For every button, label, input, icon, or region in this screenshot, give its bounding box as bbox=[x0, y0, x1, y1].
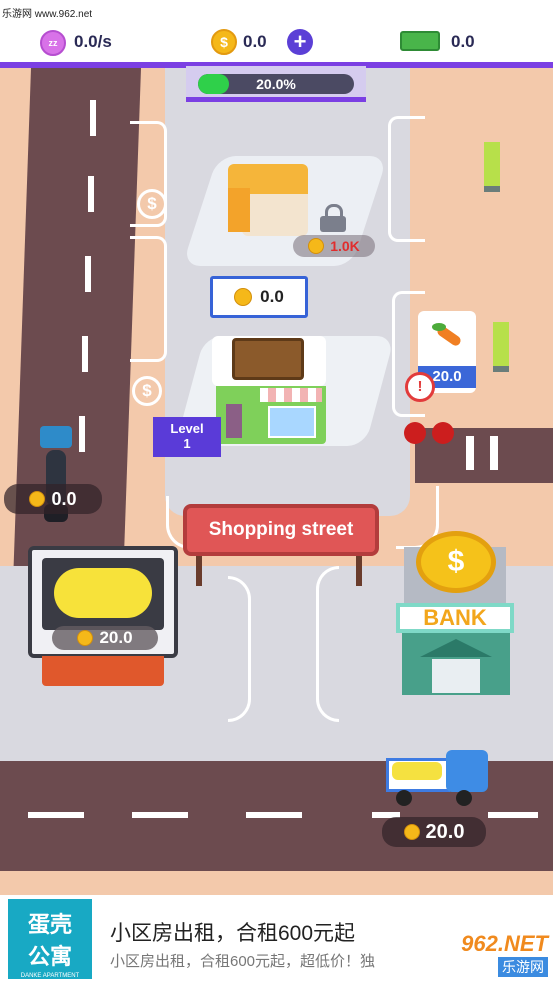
corner-curb bbox=[228, 576, 251, 722]
locked-cost-badge: 1.0K bbox=[293, 235, 375, 257]
truck-value: 20.0 bbox=[425, 820, 465, 843]
level-label: Level bbox=[170, 421, 204, 436]
lane-dash bbox=[132, 812, 188, 818]
ad-subtitle: 小区房出租，合租600元起，超低价！独 bbox=[110, 953, 376, 970]
income-rate: 0.0/s bbox=[74, 32, 112, 51]
shop-counter: 0.0 bbox=[260, 287, 284, 306]
locked-cost: 1.0K bbox=[330, 238, 360, 254]
bike-earnings: 0.0 bbox=[51, 488, 77, 509]
add-coins-button[interactable]: + bbox=[287, 29, 313, 55]
fryer-value-badge: 20.0 bbox=[52, 626, 158, 650]
bank-label: BANK bbox=[423, 605, 487, 630]
parking-outline bbox=[130, 236, 167, 362]
sign-text: Shopping street bbox=[208, 519, 354, 540]
shopping-street-sign: Shopping street bbox=[183, 504, 379, 556]
awning bbox=[260, 388, 322, 402]
coin-icon bbox=[234, 288, 253, 306]
fryer-value: 20.0 bbox=[99, 628, 133, 647]
veg-shop[interactable] bbox=[212, 336, 326, 444]
ad-title: 小区房出租，合租600元起 bbox=[110, 922, 356, 945]
coin-icon bbox=[29, 491, 46, 507]
ad-brand: 962.NET bbox=[461, 931, 548, 956]
parking-outline bbox=[388, 116, 425, 242]
gold-coin-icon: $ bbox=[416, 531, 496, 593]
lane-dash bbox=[88, 176, 94, 212]
level-value: 1 bbox=[183, 436, 191, 451]
lock-icon bbox=[318, 204, 348, 232]
ad-banner[interactable]: × 蛋壳 公寓 DANKE APARTMENT 小区房出租，合租600元起 小区… bbox=[0, 895, 553, 983]
coin-icon: $ bbox=[211, 29, 237, 55]
ad-brand-sub: 乐游网 bbox=[498, 957, 548, 977]
corner-curb bbox=[316, 566, 339, 722]
fryer-station[interactable] bbox=[28, 546, 178, 686]
dollar-icon: $ bbox=[132, 376, 162, 406]
ad-logo-sub: DANKE APARTMENT bbox=[20, 973, 80, 979]
lane-dash bbox=[85, 256, 91, 292]
customer bbox=[404, 422, 426, 444]
level-badge[interactable]: Level 1 bbox=[153, 417, 221, 457]
green-post bbox=[484, 142, 500, 192]
dollar-icon: $ bbox=[137, 189, 167, 219]
coin-balance: 0.0 bbox=[243, 32, 267, 51]
lane-dash bbox=[28, 812, 84, 818]
ad-brand-logo: 962.NET 乐游网 bbox=[416, 931, 548, 979]
watermark-text: 乐游网 www.962.net bbox=[2, 9, 93, 20]
truck-value-badge: 20.0 bbox=[382, 817, 486, 847]
locked-crate bbox=[228, 164, 308, 236]
progress-label: 20.0% bbox=[256, 76, 296, 92]
customer bbox=[432, 422, 454, 444]
coin-icon bbox=[403, 824, 420, 840]
lane-dash bbox=[488, 812, 538, 818]
cash-icon bbox=[400, 31, 440, 51]
bank-building[interactable]: $ BANK bbox=[392, 531, 518, 701]
basket bbox=[232, 338, 304, 380]
bike-earnings-badge: 0.0 bbox=[4, 484, 102, 514]
cash-balance: 0.0 bbox=[451, 32, 475, 51]
coin-icon bbox=[77, 630, 94, 646]
game-map: $ $ 1.0K 0.0 Level 1 20.0 ! 0.0 Shopping… bbox=[0, 66, 553, 895]
ad-logo-line1: 蛋壳 bbox=[27, 912, 72, 937]
crosswalk-stripe bbox=[466, 436, 474, 470]
ad-logo: 蛋壳 公寓 DANKE APARTMENT bbox=[8, 899, 92, 979]
lane-dash bbox=[90, 100, 96, 136]
lane-dash bbox=[246, 812, 302, 818]
alert-icon: ! bbox=[405, 372, 435, 402]
green-post bbox=[493, 322, 509, 372]
income-rate-icon: zz bbox=[40, 30, 66, 56]
crosswalk-stripe bbox=[490, 436, 498, 470]
counter-sign: 0.0 bbox=[210, 276, 308, 318]
delivery-truck[interactable] bbox=[386, 750, 490, 808]
coin-icon bbox=[308, 238, 325, 254]
ad-logo-line2: 公寓 bbox=[27, 944, 72, 969]
lane-dash bbox=[82, 336, 88, 372]
lane-dash bbox=[79, 416, 85, 452]
